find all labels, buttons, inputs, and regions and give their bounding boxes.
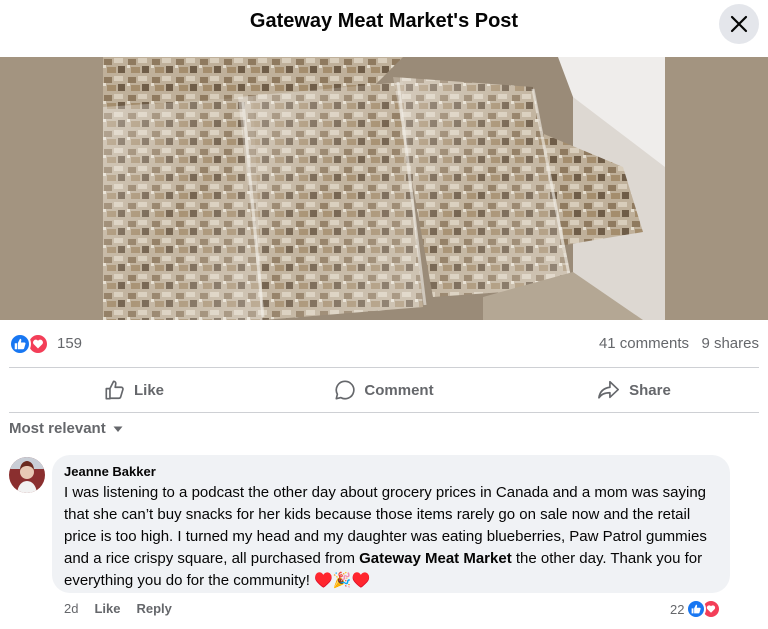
- share-arrow-icon: [598, 380, 620, 399]
- photo-bags-of-treats: [103, 57, 665, 320]
- comment-bubble-icon: [335, 380, 355, 400]
- comment-like-link[interactable]: Like: [94, 601, 120, 616]
- avatar-image: [9, 457, 45, 493]
- thumbs-up-icon: [105, 380, 124, 400]
- share-button-label: Share: [629, 381, 671, 399]
- comment-bubble: Jeanne Bakker I was listening to a podca…: [52, 455, 730, 593]
- comments-count[interactable]: 41 comments: [599, 335, 689, 352]
- post-title: Gateway Meat Market's Post: [249, 10, 519, 32]
- post-stats-bar: 159 41 comments 9 shares: [0, 330, 768, 358]
- emoji-heart-party-heart: ♥️🎉♥️: [314, 572, 371, 589]
- comment-author[interactable]: Jeanne Bakker: [64, 464, 718, 480]
- post-dialog-header: Gateway Meat Market's Post: [0, 0, 768, 57]
- comment-sort-dropdown[interactable]: Most relevant: [9, 420, 124, 437]
- post-photo[interactable]: [103, 57, 665, 320]
- post-media[interactable]: [0, 57, 768, 320]
- comment-button-label: Comment: [364, 381, 434, 399]
- shares-count[interactable]: 9 shares: [701, 335, 759, 352]
- like-button[interactable]: Like: [9, 368, 259, 412]
- comment-button[interactable]: Comment: [259, 368, 509, 412]
- comment-reply-link[interactable]: Reply: [136, 601, 171, 616]
- reaction-icons[interactable]: [9, 333, 51, 355]
- share-button[interactable]: Share: [509, 368, 759, 412]
- close-icon: [730, 15, 748, 33]
- reaction-count[interactable]: 159: [57, 335, 82, 352]
- caret-down-icon: [113, 426, 123, 432]
- like-reaction-icon: [9, 333, 31, 355]
- avatar[interactable]: [9, 457, 45, 493]
- close-button[interactable]: [719, 4, 759, 44]
- like-button-label: Like: [133, 381, 164, 399]
- comment-timestamp[interactable]: 2d: [64, 601, 78, 616]
- comment-reactions[interactable]: 22: [670, 598, 722, 620]
- post-actions: Like Comment Share: [9, 368, 759, 412]
- divider: [9, 412, 759, 413]
- comment-text: I was listening to a podcast the other d…: [64, 482, 718, 592]
- page-mention-link[interactable]: Gateway Meat Market: [359, 550, 512, 567]
- comment-meta: 2d Like Reply: [64, 601, 172, 616]
- comment-reaction-count: 22: [670, 601, 685, 617]
- sort-label: Most relevant: [9, 420, 106, 437]
